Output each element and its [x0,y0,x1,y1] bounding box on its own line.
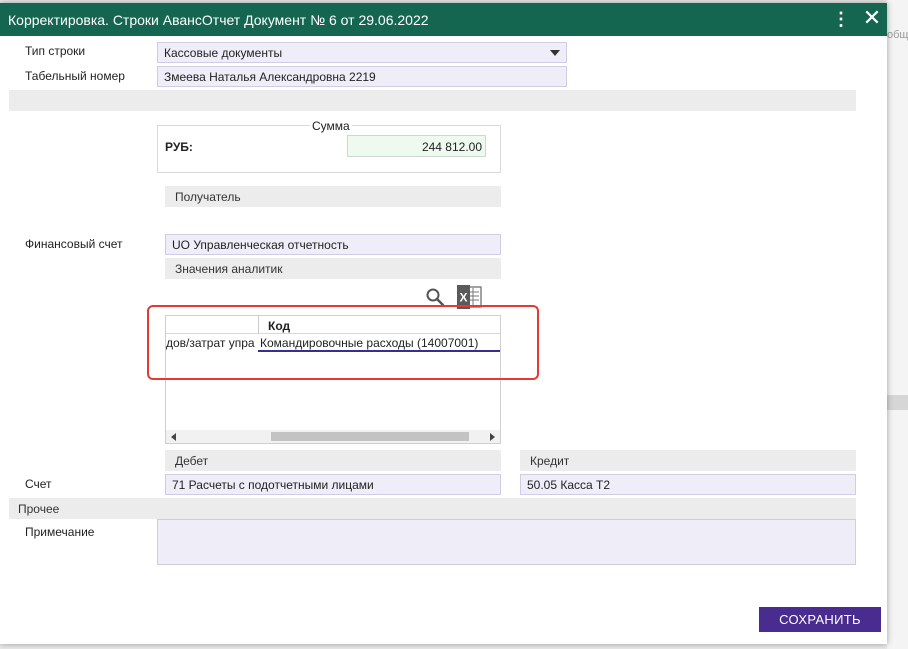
kebab-menu-icon[interactable]: ⋮ [832,9,850,31]
tab-number-label: Табельный номер [25,69,125,83]
dialog-title: Корректировка. Строки АвансОтчет Докумен… [8,12,429,28]
recipient-section-header: Получатель [165,186,501,207]
section-divider [9,90,856,111]
debit-account-value: 71 Расчеты с подотчетными лицами [172,478,374,492]
note-label: Примечание [25,525,95,539]
sum-legend: Сумма [310,119,352,133]
scroll-left-icon[interactable] [171,433,176,441]
debit-section-header: Дебет [165,450,501,471]
tab-number-field[interactable]: Змеева Наталья Александровна 2219 [157,66,567,87]
fin-account-field[interactable]: UO Управленческая отчетность [165,234,501,255]
fin-account-label: Финансовый счет [25,237,123,251]
sum-input[interactable]: 244 812.00 [347,135,486,157]
chevron-down-icon [550,50,560,56]
fin-account-value: UO Управленческая отчетность [172,238,349,252]
account-label: Счет [25,477,52,491]
debit-account-field[interactable]: 71 Расчеты с подотчетными лицами [165,474,501,495]
other-section-header: Прочее [9,498,856,519]
background-text: общ [887,29,908,41]
background-band [887,395,908,410]
tab-number-value: Змеева Наталья Александровна 2219 [164,70,376,84]
search-icon[interactable] [425,287,445,307]
horizontal-scrollbar[interactable] [166,430,500,443]
row-type-value: Кассовые документы [164,46,283,60]
analytics-section-header: Значения аналитик [165,258,501,279]
credit-account-value: 50.05 Касса Т2 [527,478,611,492]
scrollbar-thumb[interactable] [271,432,469,441]
background-window: общ [887,0,908,649]
highlight-frame [147,305,539,380]
note-textarea[interactable] [157,519,856,565]
credit-section-header: Кредит [520,450,856,471]
save-button[interactable]: СОХРАНИТЬ [759,607,881,632]
svg-text:X: X [459,291,467,305]
currency-label: РУБ: [165,140,193,154]
close-icon[interactable]: ✕ [861,7,883,30]
scroll-right-icon[interactable] [490,433,495,441]
row-type-select[interactable]: Кассовые документы [157,42,567,63]
credit-account-field[interactable]: 50.05 Касса Т2 [520,474,856,495]
dialog-titlebar: Корректировка. Строки АвансОтчет Докумен… [0,3,887,36]
row-type-label: Тип строки [25,44,86,58]
